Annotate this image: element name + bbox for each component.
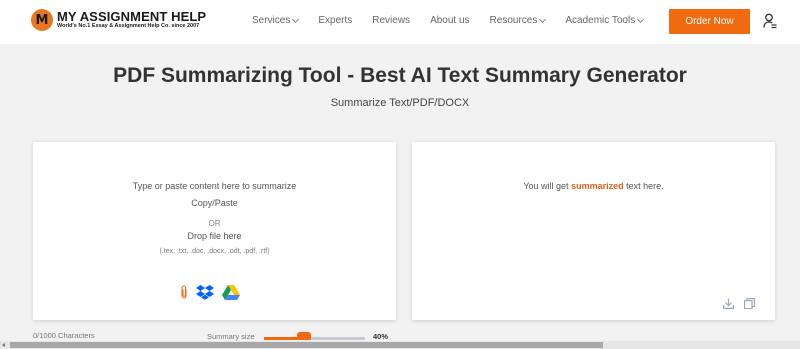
or-separator: OR bbox=[208, 219, 221, 228]
order-now-button[interactable]: Order Now bbox=[669, 9, 750, 34]
nav-item-about-us[interactable]: About us bbox=[430, 15, 469, 26]
scrollbar-thumb[interactable] bbox=[10, 342, 603, 348]
nav-item-academic-tools[interactable]: Academic Tools bbox=[565, 15, 645, 26]
scroll-left-icon[interactable] bbox=[2, 343, 5, 347]
summary-size-slider[interactable] bbox=[264, 332, 365, 340]
nav-item-services[interactable]: Services bbox=[252, 15, 300, 26]
brand-logo[interactable]: M MY ASSIGNMENT HELP World's No.1 Essay … bbox=[31, 9, 206, 31]
page-subtitle: Summarize Text/PDF/DOCX bbox=[330, 97, 470, 109]
horizontal-scrollbar[interactable] bbox=[0, 341, 800, 349]
summary-output-area: You will get summarized text here. bbox=[412, 142, 775, 320]
nav-item-resources[interactable]: Resources bbox=[490, 15, 547, 26]
character-counter: 0/1000 Characters bbox=[33, 331, 95, 340]
brand-tagline: World's No.1 Essay & Assignment Help Co.… bbox=[57, 23, 200, 29]
input-text-area[interactable]: Type or paste content here to summarize … bbox=[33, 142, 396, 320]
output-tools bbox=[713, 296, 756, 314]
upload-sources bbox=[180, 284, 248, 305]
copy-icon[interactable] bbox=[744, 296, 756, 314]
nav-item-experts[interactable]: Experts bbox=[318, 15, 352, 26]
main-nav: Services Experts Reviews About us Resour… bbox=[252, 15, 663, 26]
page-title: PDF Summarizing Tool - Best AI Text Summ… bbox=[113, 64, 687, 87]
summary-size-label: Summary size bbox=[207, 332, 255, 341]
slider-handle[interactable] bbox=[297, 332, 312, 340]
dropbox-icon[interactable] bbox=[196, 284, 214, 305]
nav-item-reviews[interactable]: Reviews bbox=[372, 15, 410, 26]
chevron-down-icon bbox=[637, 15, 645, 24]
chevron-down-icon bbox=[539, 15, 547, 24]
summary-size-value: 40% bbox=[373, 332, 389, 341]
brand-name: MY ASSIGNMENT HELP bbox=[57, 9, 207, 24]
copy-paste-label: Copy/Paste bbox=[191, 198, 238, 208]
summarized-highlight: summarized bbox=[571, 181, 624, 191]
user-menu-icon[interactable] bbox=[763, 13, 777, 29]
summary-placeholder: You will get summarized text here. bbox=[523, 181, 664, 191]
input-prompt: Type or paste content here to summarize bbox=[132, 181, 297, 191]
logo-mark-icon: M bbox=[31, 9, 53, 31]
download-icon[interactable] bbox=[723, 296, 734, 314]
top-navbar: M MY ASSIGNMENT HELP World's No.1 Essay … bbox=[0, 0, 800, 44]
paperclip-icon[interactable] bbox=[180, 285, 188, 304]
chevron-down-icon bbox=[292, 15, 300, 24]
google-drive-icon[interactable] bbox=[222, 284, 240, 305]
supported-formats: (.tex, .txt, .doc, .docx, .odt, .pdf, .r… bbox=[159, 248, 270, 255]
drop-file-label: Drop file here bbox=[187, 231, 242, 241]
